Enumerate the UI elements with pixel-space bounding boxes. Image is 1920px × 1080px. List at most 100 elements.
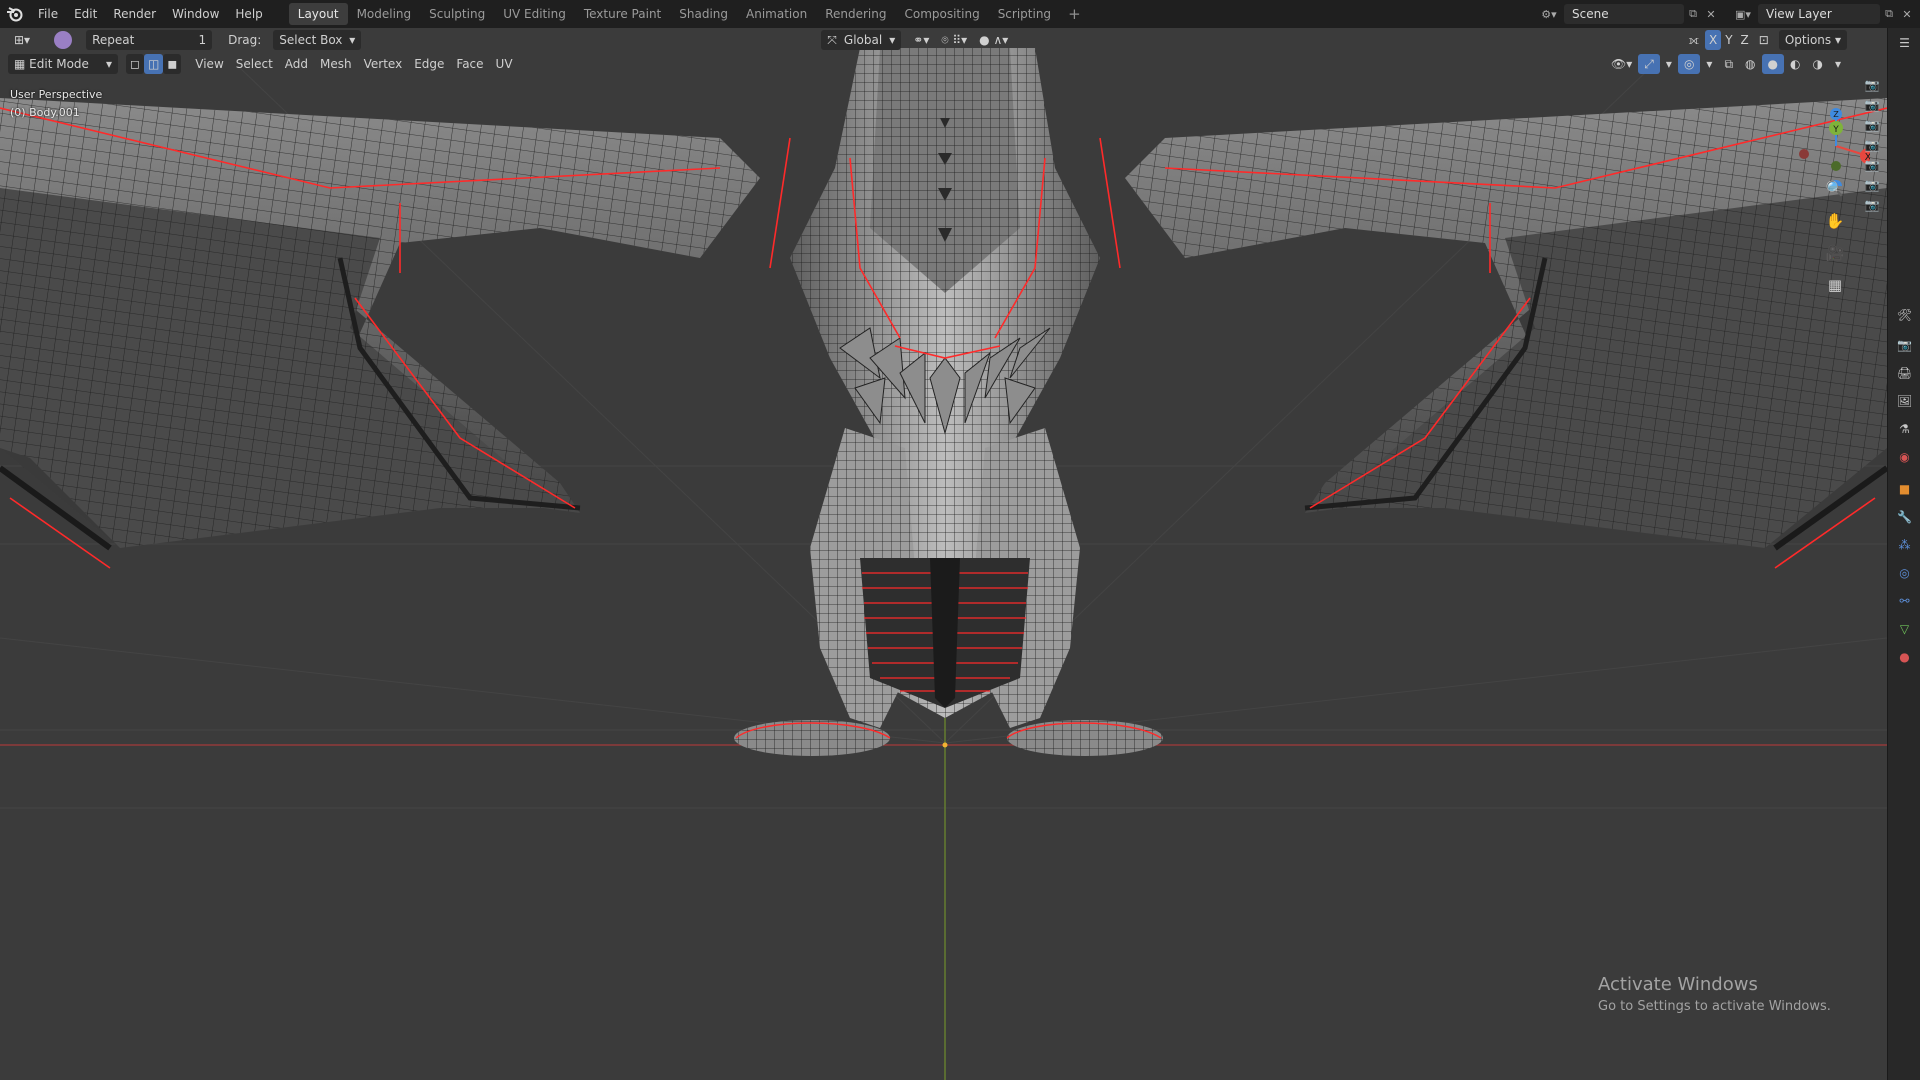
data-icon[interactable]: ▽ [1888,618,1920,640]
gizmo-neg-y[interactable] [1831,161,1841,171]
chevron-down-icon[interactable]: ▾ [1660,54,1678,74]
tab-animation[interactable]: Animation [737,3,816,25]
menu-mesh[interactable]: Mesh [314,54,358,74]
outliner-toggle-icon[interactable]: ☰ [1888,32,1920,54]
physics-icon[interactable]: ◎ [1888,562,1920,584]
snap-icon[interactable]: ⌾ ⠿▾ [935,30,973,50]
menu-vertex[interactable]: Vertex [358,54,409,74]
edge-select-icon[interactable]: ◫ [143,54,164,74]
view-layer-browse-icon[interactable]: ▣▾ [1728,5,1758,23]
repeat-field[interactable]: Repeat 1 [86,30,213,50]
mode-select[interactable]: ▦ Edit Mode ▾ [8,54,118,74]
camera-toggle-icon[interactable]: 📷 [1857,78,1887,92]
3d-viewport[interactable]: ⊞▾ Repeat 1 Drag: Select Box ▾ ⤧ Global ▾… [0,28,1887,1080]
zoom-icon[interactable]: 🔍 [1823,178,1847,200]
scene-browse-icon[interactable]: ⚙▾ [1534,5,1564,23]
repeat-label: Repeat [92,33,135,47]
scene-field[interactable]: Scene [1564,4,1684,24]
world-icon[interactable]: ◉ [1888,446,1920,468]
proportional-edit-icon[interactable]: ● ∧▾ [973,30,1014,50]
mirror-icon[interactable]: ⟗ [1682,30,1705,50]
add-workspace-icon[interactable]: + [1060,5,1089,23]
options-dropdown[interactable]: Options ▾ [1778,30,1847,50]
scene-icon[interactable]: ⚗ [1888,418,1920,440]
camera-toggle-icon[interactable]: 📷 [1857,138,1887,152]
navigation-strip: 🔍 ✋ 🎥 ▦ [1823,178,1849,296]
visibility-icon[interactable]: 👁▾ [1605,54,1638,74]
pan-hand-icon[interactable]: ✋ [1823,210,1847,232]
watermark-title: Activate Windows [1598,974,1758,995]
tab-uv-editing[interactable]: UV Editing [494,3,575,25]
camera-toggle-icon[interactable]: 📷 [1857,118,1887,132]
mesh-options-icon[interactable]: ⊡ [1753,30,1775,50]
camera-toggle-icon[interactable]: 📷 [1857,158,1887,172]
new-scene-icon[interactable]: ⧉ [1684,5,1702,23]
tool-icon[interactable]: 🛠 [1888,304,1920,326]
tab-shading[interactable]: Shading [670,3,737,25]
menu-edit[interactable]: Edit [66,0,105,28]
mirror-x[interactable]: X [1704,30,1722,50]
tab-sculpting[interactable]: Sculpting [420,3,494,25]
xray-icon[interactable]: ⧉ [1718,54,1739,74]
constraints-icon[interactable]: ⚯ [1888,590,1920,612]
grid-perspective-icon[interactable]: ▦ [1823,274,1847,296]
overlay-toggle-icon[interactable]: ◎ [1677,54,1701,74]
menu-face[interactable]: Face [450,54,489,74]
view-layer-field[interactable]: View Layer [1758,4,1880,24]
object-icon[interactable]: ■ [1888,478,1920,500]
mirror-y[interactable]: Y [1721,30,1736,50]
tab-layout[interactable]: Layout [288,3,348,25]
chevron-down-icon[interactable]: ▾ [1829,54,1847,74]
material-icon[interactable]: ● [1888,646,1920,668]
editor-type-icon[interactable]: ⊞▾ [8,30,36,50]
view-layer-icon[interactable]: 🖼 [1888,390,1920,412]
tab-scripting[interactable]: Scripting [989,3,1060,25]
menu-help[interactable]: Help [227,0,270,28]
menu-edge[interactable]: Edge [408,54,450,74]
tab-texture-paint[interactable]: Texture Paint [575,3,670,25]
new-view-layer-icon[interactable]: ⧉ [1880,5,1898,23]
restrict-column: 📷 📷 📷 📷 📷 📷 📷 [1857,78,1887,212]
menu-uv[interactable]: UV [490,54,519,74]
camera-icon[interactable]: 🎥 [1823,242,1847,264]
left-wing-mesh[interactable] [0,98,760,569]
menu-select[interactable]: Select [230,54,279,74]
solid-shading-icon[interactable]: ● [1761,54,1784,74]
pivot-icon[interactable]: ⚭▾ [907,30,935,50]
menu-add[interactable]: Add [279,54,314,74]
rendered-shading-icon[interactable]: ◑ [1806,54,1828,74]
output-icon[interactable]: 🖨 [1888,362,1920,384]
camera-toggle-icon[interactable]: 📷 [1857,198,1887,212]
drag-select[interactable]: Select Box ▾ [273,30,362,50]
menu-file[interactable]: File [30,0,66,28]
render-icon[interactable]: 📷 [1888,334,1920,356]
face-select-icon[interactable]: ◼ [163,54,182,74]
gizmo-toggle-icon[interactable]: ⤢ [1638,54,1660,74]
tab-modeling[interactable]: Modeling [348,3,421,25]
modifier-icon[interactable]: 🔧 [1888,506,1920,528]
tool-header: ⊞▾ Repeat 1 Drag: Select Box ▾ ⤧ Global ▾… [0,28,1887,52]
menu-view[interactable]: View [189,54,229,74]
right-wing-mesh[interactable] [1125,98,1887,569]
chevron-down-icon[interactable]: ▾ [1700,54,1718,74]
workspace-tabs: Layout Modeling Sculpting UV Editing Tex… [288,3,1089,25]
particles-icon[interactable]: ⁂ [1888,534,1920,556]
vertex-select-icon[interactable]: ◻ [126,54,144,74]
gizmo-neg-x[interactable] [1799,149,1809,159]
mesh-tool-icon[interactable] [54,31,73,49]
menu-render[interactable]: Render [105,0,164,28]
delete-view-layer-icon[interactable]: ✕ [1898,5,1916,23]
camera-toggle-icon[interactable]: 📷 [1857,178,1887,192]
camera-toggle-icon[interactable]: 📷 [1857,98,1887,112]
tab-rendering[interactable]: Rendering [816,3,895,25]
wireframe-shading-icon[interactable]: ◍ [1739,54,1761,74]
delete-scene-icon[interactable]: ✕ [1702,5,1720,23]
transform-icon: ⤧ [827,33,837,47]
blender-logo-icon[interactable] [0,0,30,28]
mirror-z[interactable]: Z [1737,30,1753,50]
material-shading-icon[interactable]: ◐ [1784,54,1806,74]
orientation-select[interactable]: ⤧ Global ▾ [821,30,902,50]
mesh-scene[interactable] [0,28,1887,1080]
menu-window[interactable]: Window [164,0,227,28]
tab-compositing[interactable]: Compositing [895,3,988,25]
